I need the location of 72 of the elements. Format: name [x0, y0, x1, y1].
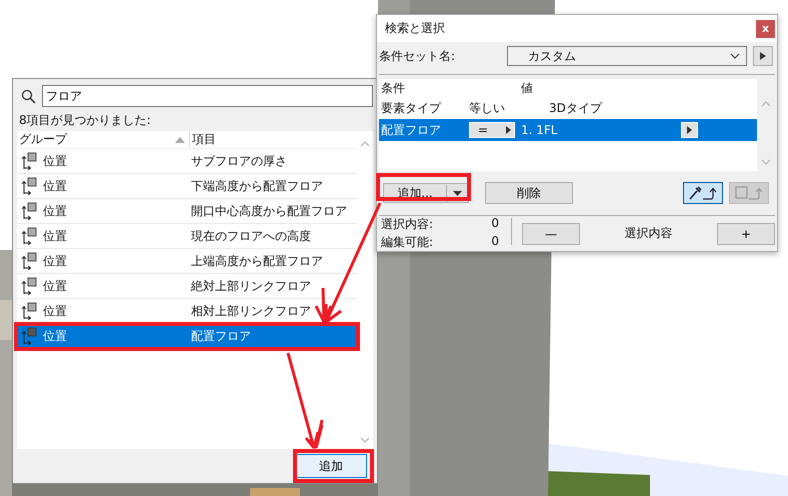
criteria-set-dropdown[interactable]: カスタム [507, 46, 747, 66]
list-row[interactable]: 位置 絶対上部リンクフロア [17, 274, 357, 299]
criterion-cell-text: 要素タイプ [380, 100, 442, 116]
add-to-selection-button[interactable]: + [717, 222, 775, 244]
expand-button[interactable] [753, 46, 773, 66]
list-row[interactable]: 位置 現在のフロアへの高度 [17, 224, 357, 249]
list-row[interactable]: 位置 上端高度から配置フロア [17, 249, 357, 274]
operator-dropdown[interactable]: = [469, 122, 515, 138]
sort-icon [175, 136, 185, 142]
operator-cell-text: 等しい [469, 100, 506, 116]
scroll-down-icon[interactable] [761, 159, 771, 165]
group-cell-text: 位置 [43, 152, 68, 170]
criterion-cell-text: 配置フロア [380, 122, 442, 138]
property-icon [21, 302, 39, 320]
chevron-down-icon [730, 53, 740, 59]
item-cell: 配置フロア [191, 328, 251, 344]
item-cell: 相対上部リンクフロア [191, 302, 311, 320]
caret-icon[interactable] [453, 190, 462, 196]
play-icon [760, 52, 766, 60]
value-cell-text: 1. 1FL [521, 123, 558, 137]
criteria-row[interactable]: 配置フロア = 1. 1FL [379, 119, 757, 141]
value-cell-text: 3Dタイプ [548, 100, 604, 116]
item-cell: 下端高度から配置フロア [191, 178, 323, 194]
remove-from-selection-button[interactable]: — [522, 222, 580, 244]
list-row[interactable]: 位置 サブフロアの厚さ [17, 149, 357, 174]
add-button[interactable]: 追加 [295, 454, 367, 478]
criteria-set-label: 条件セット名: [379, 48, 456, 64]
group-cell-text: 位置 [43, 278, 68, 294]
selection-label: 選択内容: [381, 216, 434, 233]
item-cell: 現在のフロアへの高度 [191, 228, 311, 244]
delete-button[interactable]: 削除 [485, 182, 573, 204]
editable-label: 編集可能: [381, 234, 434, 251]
play-icon [506, 126, 511, 134]
eyedropper-button[interactable] [683, 182, 723, 204]
property-icon [21, 277, 39, 295]
group-cell-text: 位置 [43, 178, 68, 194]
property-icon [21, 177, 39, 195]
item-cell: 絶対上部リンクフロア [191, 278, 311, 294]
editable-count: 0 [491, 234, 499, 250]
search-icon [21, 88, 36, 104]
property-icon [21, 327, 39, 345]
selection-title: 選択内容 [624, 225, 674, 242]
list-row[interactable]: 位置 開口中心高度から配置フロア [17, 199, 357, 224]
scroll-up-icon[interactable] [761, 101, 771, 107]
value-menu-button[interactable] [681, 122, 698, 138]
group-cell-text: 位置 [43, 202, 68, 220]
scroll-up-icon[interactable] [360, 141, 370, 147]
criteria-row[interactable]: 要素タイプ 等しい 3Dタイプ [379, 97, 757, 119]
column-header[interactable]: 条件 [379, 80, 469, 96]
item-cell: 開口中心高度から配置フロア [191, 202, 347, 220]
group-cell-text: 位置 [43, 252, 68, 270]
result-count: 8項目が見つかりました: [18, 112, 152, 129]
selection-count: 0 [491, 216, 499, 232]
item-cell: 上端高度から配置フロア [191, 252, 323, 270]
column-header[interactable]: 項目 [189, 131, 216, 148]
close-button[interactable]: x [756, 20, 775, 38]
list-row[interactable]: 位置 相対上部リンクフロア [17, 299, 357, 324]
search-field[interactable]: フロア [42, 85, 373, 107]
property-icon [21, 152, 39, 170]
item-cell: サブフロアの厚さ [191, 152, 287, 170]
group-cell-text: 位置 [43, 328, 68, 344]
window-title: 検索と選択 [385, 20, 445, 37]
group-cell-text: 位置 [43, 302, 68, 320]
property-icon [21, 252, 39, 270]
scroll-down-icon[interactable] [360, 437, 370, 443]
property-icon [21, 227, 39, 245]
play-icon [687, 126, 692, 134]
column-header[interactable]: 値 [517, 80, 757, 96]
group-cell-text: 位置 [43, 228, 68, 244]
column-header[interactable]: グループ [17, 131, 175, 148]
property-icon [21, 202, 39, 220]
list-row[interactable]: 位置 下端高度から配置フロア [17, 174, 357, 199]
